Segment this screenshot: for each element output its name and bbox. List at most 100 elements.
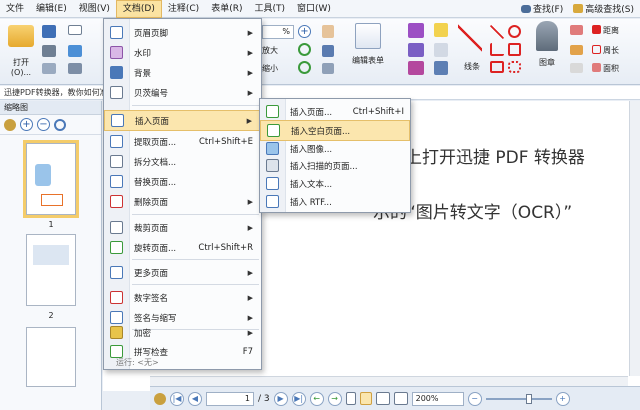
advanced-find-label: 高级查找(S)	[585, 5, 634, 15]
perimeter-label: 周长	[603, 46, 619, 55]
menu-edit[interactable]: 编辑(E)	[30, 0, 73, 18]
zoom-level-select[interactable]: 200%	[411, 391, 464, 406]
pencil-icon[interactable]	[570, 45, 583, 55]
menu-item-header-footer[interactable]: 页眉页脚 ▶	[104, 22, 261, 43]
circle-shape-icon[interactable]	[508, 25, 521, 38]
back-icon[interactable]: ←	[309, 391, 324, 406]
rectangle-shape-icon[interactable]	[490, 61, 504, 73]
zoom-in-label[interactable]: 放大	[262, 45, 278, 56]
sticky-note-icon[interactable]	[434, 23, 448, 37]
menu-item-digital-signature[interactable]: 数字签名 ▶	[104, 287, 261, 308]
menu-form[interactable]: 表单(R)	[205, 0, 248, 18]
rotate-right-icon[interactable]	[298, 43, 311, 56]
status-gear-icon[interactable]	[154, 392, 166, 405]
submenu-arrow-icon: ▶	[247, 328, 253, 337]
callout-icon[interactable]	[408, 61, 424, 75]
document-tab[interactable]: 迅捷PDF转换器，教你如何准	[4, 88, 108, 97]
share-icon[interactable]	[68, 45, 82, 57]
zoom-slider-thumb[interactable]	[525, 393, 532, 404]
menu-comment[interactable]: 注释(C)	[162, 0, 205, 18]
menu-item-insert-pages[interactable]: 插入页面 ▶	[104, 110, 261, 131]
page-thumbnail-2[interactable]	[26, 234, 76, 306]
continuous-page-icon[interactable]	[359, 392, 372, 405]
next-page-icon[interactable]: ▶	[273, 391, 288, 406]
sound-icon[interactable]	[434, 61, 448, 75]
save-icon[interactable]	[42, 25, 56, 38]
horizontal-scrollbar[interactable]	[150, 376, 628, 386]
distance-button[interactable]: 距离	[592, 25, 619, 36]
attachment-icon[interactable]	[434, 43, 448, 57]
scan-icon[interactable]	[42, 63, 56, 74]
forward-icon[interactable]: →	[327, 391, 342, 406]
stamp-button[interactable]: 图章	[532, 21, 562, 68]
mail-icon[interactable]	[68, 25, 82, 35]
single-page-icon[interactable]	[345, 392, 356, 405]
edit-form-label: 编辑表单	[352, 56, 384, 65]
submenu-item-insert-rtf[interactable]: 插入 RTF...	[260, 191, 410, 212]
last-page-icon[interactable]: ▶|	[291, 391, 306, 406]
gear-icon[interactable]	[4, 118, 16, 131]
eraser-icon[interactable]	[570, 25, 583, 35]
status-zoom-in-icon[interactable]: +	[555, 391, 570, 406]
polyline-icon[interactable]	[490, 43, 504, 56]
continuous-facing-icon[interactable]	[393, 392, 408, 405]
thumb-rotate-icon[interactable]	[54, 118, 66, 131]
menu-item-rotate-pages[interactable]: 旋转页面... Ctrl+Shift+R	[104, 237, 261, 258]
menu-item-more-pages[interactable]: 更多页面 ▶	[104, 262, 261, 283]
submenu-item-label: 插入图像...	[290, 144, 333, 155]
thumb-zoom-in-icon[interactable]: +	[20, 118, 33, 131]
page-number-input[interactable]: 1	[206, 391, 254, 406]
perimeter-button[interactable]: 周长	[592, 45, 619, 56]
select-text-icon[interactable]	[322, 45, 334, 57]
menu-view[interactable]: 视图(V)	[73, 0, 116, 18]
submenu-item-insert-page[interactable]: 插入页面... Ctrl+Shift+I	[260, 101, 410, 122]
menu-item-replace-pages[interactable]: 替换页面...	[104, 171, 261, 192]
zoom-plus-icon[interactable]: +	[298, 25, 311, 38]
page-thumbnail-3[interactable]	[26, 327, 76, 387]
textbox-icon[interactable]	[408, 43, 424, 57]
text-tool-icon[interactable]	[408, 23, 424, 38]
vertical-scrollbar[interactable]	[629, 101, 640, 376]
menu-item-encrypt[interactable]: 加密 ▶	[104, 322, 261, 343]
menu-tools[interactable]: 工具(T)	[248, 0, 291, 18]
first-page-icon[interactable]: |◀	[170, 391, 184, 406]
cloud-icon[interactable]	[508, 61, 521, 73]
menu-item-bates-numbering[interactable]: 贝茨编号 ▶	[104, 82, 261, 103]
find-button[interactable]: 查找(F)	[521, 2, 563, 15]
edit-form-button[interactable]: 编辑表单	[348, 23, 388, 66]
status-zoom-out-icon[interactable]: −	[467, 391, 482, 406]
zoom-out-label[interactable]: 缩小	[262, 63, 278, 74]
area-button[interactable]: 面积	[592, 63, 619, 74]
menu-file[interactable]: 文件	[0, 0, 30, 18]
menu-item-split-document[interactable]: 拆分文档...	[104, 151, 261, 172]
menu-item-delete-pages[interactable]: 删除页面 ▶	[104, 191, 261, 212]
arrow-icon[interactable]	[490, 25, 504, 39]
thumbnail-label-2: 2	[48, 311, 54, 320]
zoom-slider[interactable]	[485, 393, 552, 404]
digital-signature-icon	[110, 291, 123, 304]
menu-item-crop-pages[interactable]: 裁剪页面 ▶	[104, 217, 261, 238]
page-thumbnail-1[interactable]	[23, 140, 79, 218]
hand-icon[interactable]	[322, 25, 334, 38]
export-icon[interactable]	[68, 63, 82, 74]
rotate-left-icon[interactable]	[298, 61, 311, 74]
lines-button[interactable]: 线条	[458, 23, 486, 72]
prev-page-icon[interactable]: ◀	[188, 391, 202, 406]
menu-window[interactable]: 窗口(W)	[291, 0, 337, 18]
binoculars-icon	[521, 4, 532, 13]
advanced-find-button[interactable]: 高级查找(S)	[573, 2, 634, 15]
menu-item-background[interactable]: 背景 ▶	[104, 62, 261, 83]
facing-page-icon[interactable]	[375, 392, 390, 405]
menu-document[interactable]: 文档(D)	[115, 0, 162, 18]
print-icon[interactable]	[42, 45, 56, 57]
submenu-item-label: 插入 RTF...	[290, 197, 332, 208]
menu-item-watermark[interactable]: 水印 ▶	[104, 42, 261, 63]
thumb-zoom-out-icon[interactable]: −	[37, 118, 50, 131]
area-icon	[592, 63, 601, 72]
open-button[interactable]: 打开(O)...	[4, 25, 38, 77]
highlight-pen-icon[interactable]	[570, 63, 583, 73]
snapshot-icon[interactable]	[322, 63, 334, 74]
pentagon-icon[interactable]	[508, 43, 521, 56]
zoom-combo[interactable]: %	[262, 25, 294, 39]
menu-item-extract-pages[interactable]: 提取页面... Ctrl+Shift+E	[104, 131, 261, 152]
